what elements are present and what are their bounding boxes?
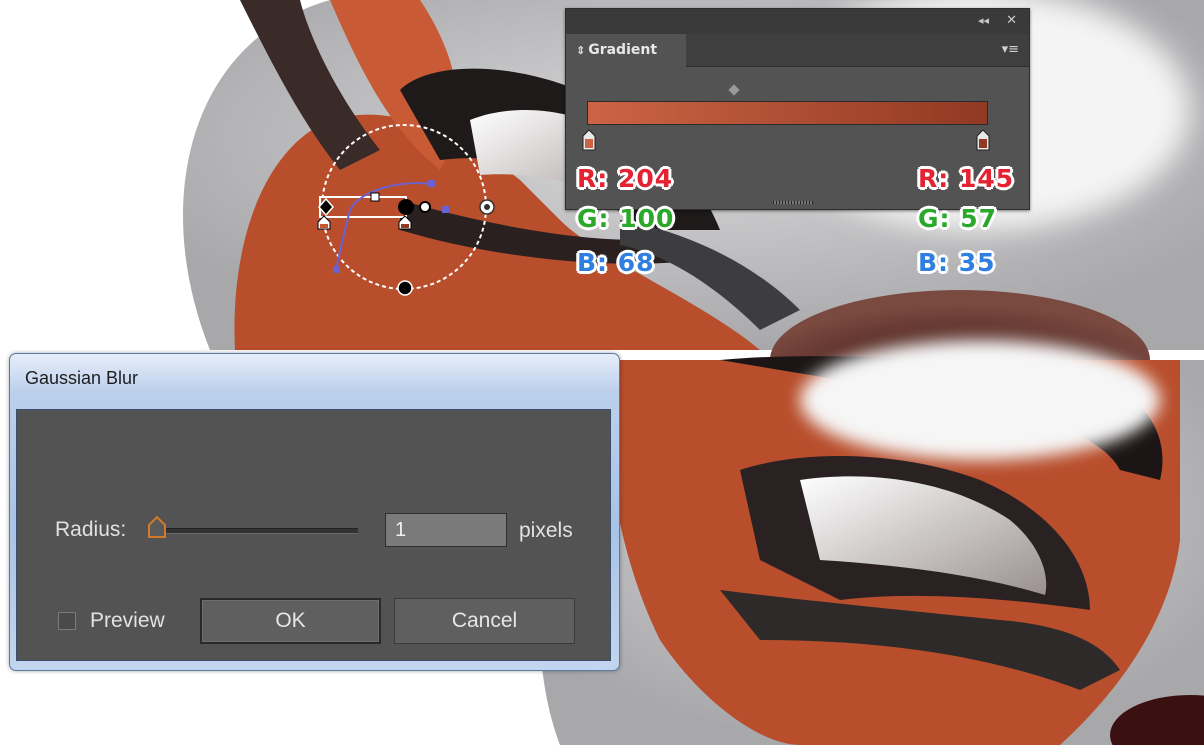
preview-checkbox[interactable] xyxy=(58,612,76,630)
dialog-title: Gaussian Blur xyxy=(25,368,139,388)
left-stop-green-label: G: 100 xyxy=(577,204,675,233)
right-stop-blue-label: B: 35 xyxy=(918,248,996,277)
preview-label[interactable]: Preview xyxy=(90,609,165,633)
dialog-body: Radius: 1 pixels Preview OK Cancel xyxy=(16,409,611,661)
panel-resize-grip[interactable] xyxy=(773,201,813,204)
tab-gradient[interactable]: ⇕ Gradient xyxy=(566,34,686,67)
expand-arrows-icon[interactable]: ⇕ xyxy=(576,44,585,57)
panel-title-bar[interactable]: ◂◂ ✕ xyxy=(566,9,1029,34)
radius-label: Radius: xyxy=(55,518,127,541)
gaussian-blur-dialog: Gaussian Blur Radius: 1 pixels Preview O… xyxy=(9,353,620,671)
gradient-stop-left[interactable] xyxy=(582,129,596,151)
left-stop-red-label: R: 204 xyxy=(577,164,674,193)
cancel-button[interactable]: Cancel xyxy=(394,598,575,644)
close-icon[interactable]: ✕ xyxy=(1006,13,1017,28)
radius-slider-thumb[interactable] xyxy=(147,515,167,539)
units-label: pixels xyxy=(519,519,573,542)
bottom-artwork xyxy=(539,340,1204,745)
right-stop-red-label: R: 145 xyxy=(918,164,1015,193)
radius-input[interactable]: 1 xyxy=(385,513,507,547)
ok-button[interactable]: OK xyxy=(200,598,381,644)
gradient-stop-right[interactable] xyxy=(976,129,990,151)
panel-menu-icon[interactable]: ▾≡ xyxy=(1002,42,1019,57)
left-stop-blue-label: B: 68 xyxy=(577,248,655,277)
gradient-midpoint-diamond[interactable] xyxy=(728,84,740,96)
tab-gradient-label: Gradient xyxy=(588,42,658,58)
collapse-icon[interactable]: ◂◂ xyxy=(978,14,989,27)
right-stop-green-label: G: 57 xyxy=(918,204,998,233)
gradient-slider-bar[interactable] xyxy=(587,101,988,125)
radius-slider-track[interactable] xyxy=(153,528,358,534)
panel-tab-row: ⇕ Gradient ▾≡ xyxy=(566,34,1029,67)
